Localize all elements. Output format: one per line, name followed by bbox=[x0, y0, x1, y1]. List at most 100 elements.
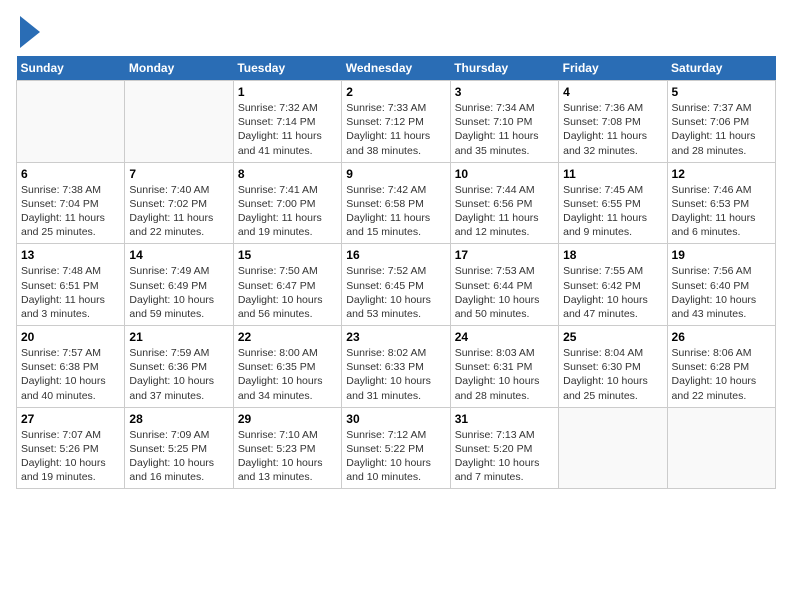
day-sunrise: Sunrise: 7:44 AM bbox=[455, 184, 535, 196]
day-sunrise: Sunrise: 7:48 AM bbox=[21, 265, 101, 277]
day-sunset: Sunset: 6:45 PM bbox=[346, 280, 424, 292]
page-header bbox=[16, 16, 776, 48]
day-number: 29 bbox=[238, 412, 337, 426]
day-cell: 13 Sunrise: 7:48 AM Sunset: 6:51 PM Dayl… bbox=[17, 244, 125, 326]
day-sunrise: Sunrise: 7:36 AM bbox=[563, 102, 643, 114]
day-cell: 18 Sunrise: 7:55 AM Sunset: 6:42 PM Dayl… bbox=[559, 244, 667, 326]
day-sunset: Sunset: 6:30 PM bbox=[563, 361, 641, 373]
day-sunrise: Sunrise: 7:41 AM bbox=[238, 184, 318, 196]
week-row-2: 6 Sunrise: 7:38 AM Sunset: 7:04 PM Dayli… bbox=[17, 162, 776, 244]
day-sunrise: Sunrise: 7:10 AM bbox=[238, 429, 318, 441]
day-cell: 11 Sunrise: 7:45 AM Sunset: 6:55 PM Dayl… bbox=[559, 162, 667, 244]
day-sunrise: Sunrise: 7:46 AM bbox=[672, 184, 752, 196]
day-sunset: Sunset: 7:10 PM bbox=[455, 116, 533, 128]
day-daylight: Daylight: 10 hours and 13 minutes. bbox=[238, 457, 323, 483]
day-cell: 29 Sunrise: 7:10 AM Sunset: 5:23 PM Dayl… bbox=[233, 407, 341, 489]
day-sunrise: Sunrise: 7:07 AM bbox=[21, 429, 101, 441]
week-row-4: 20 Sunrise: 7:57 AM Sunset: 6:38 PM Dayl… bbox=[17, 326, 776, 408]
day-number: 23 bbox=[346, 330, 445, 344]
day-number: 2 bbox=[346, 85, 445, 99]
day-sunrise: Sunrise: 7:49 AM bbox=[129, 265, 209, 277]
day-cell: 7 Sunrise: 7:40 AM Sunset: 7:02 PM Dayli… bbox=[125, 162, 233, 244]
day-daylight: Daylight: 10 hours and 43 minutes. bbox=[672, 294, 757, 320]
day-number: 8 bbox=[238, 167, 337, 181]
day-number: 10 bbox=[455, 167, 554, 181]
day-cell bbox=[667, 407, 775, 489]
day-number: 24 bbox=[455, 330, 554, 344]
day-number: 5 bbox=[672, 85, 771, 99]
day-sunrise: Sunrise: 7:55 AM bbox=[563, 265, 643, 277]
day-sunset: Sunset: 6:35 PM bbox=[238, 361, 316, 373]
day-cell: 15 Sunrise: 7:50 AM Sunset: 6:47 PM Dayl… bbox=[233, 244, 341, 326]
day-sunset: Sunset: 6:28 PM bbox=[672, 361, 750, 373]
day-daylight: Daylight: 11 hours and 12 minutes. bbox=[455, 212, 539, 238]
day-sunset: Sunset: 6:49 PM bbox=[129, 280, 207, 292]
day-daylight: Daylight: 11 hours and 15 minutes. bbox=[346, 212, 430, 238]
day-sunrise: Sunrise: 7:59 AM bbox=[129, 347, 209, 359]
day-number: 25 bbox=[563, 330, 662, 344]
day-number: 6 bbox=[21, 167, 120, 181]
day-daylight: Daylight: 11 hours and 38 minutes. bbox=[346, 130, 430, 156]
day-number: 15 bbox=[238, 248, 337, 262]
day-sunset: Sunset: 6:55 PM bbox=[563, 198, 641, 210]
day-sunset: Sunset: 7:14 PM bbox=[238, 116, 316, 128]
day-daylight: Daylight: 10 hours and 16 minutes. bbox=[129, 457, 214, 483]
day-sunset: Sunset: 6:47 PM bbox=[238, 280, 316, 292]
day-header-monday: Monday bbox=[125, 56, 233, 81]
day-number: 3 bbox=[455, 85, 554, 99]
day-sunset: Sunset: 7:08 PM bbox=[563, 116, 641, 128]
day-sunset: Sunset: 7:00 PM bbox=[238, 198, 316, 210]
calendar-header-row: SundayMondayTuesdayWednesdayThursdayFrid… bbox=[17, 56, 776, 81]
day-sunrise: Sunrise: 7:40 AM bbox=[129, 184, 209, 196]
day-sunset: Sunset: 6:38 PM bbox=[21, 361, 99, 373]
day-sunset: Sunset: 7:04 PM bbox=[21, 198, 99, 210]
day-sunset: Sunset: 6:42 PM bbox=[563, 280, 641, 292]
day-daylight: Daylight: 11 hours and 22 minutes. bbox=[129, 212, 213, 238]
day-number: 9 bbox=[346, 167, 445, 181]
day-number: 1 bbox=[238, 85, 337, 99]
day-header-tuesday: Tuesday bbox=[233, 56, 341, 81]
day-cell: 23 Sunrise: 8:02 AM Sunset: 6:33 PM Dayl… bbox=[342, 326, 450, 408]
day-sunset: Sunset: 5:22 PM bbox=[346, 443, 424, 455]
day-daylight: Daylight: 10 hours and 56 minutes. bbox=[238, 294, 323, 320]
day-cell: 10 Sunrise: 7:44 AM Sunset: 6:56 PM Dayl… bbox=[450, 162, 558, 244]
day-cell: 25 Sunrise: 8:04 AM Sunset: 6:30 PM Dayl… bbox=[559, 326, 667, 408]
day-daylight: Daylight: 10 hours and 59 minutes. bbox=[129, 294, 214, 320]
day-daylight: Daylight: 11 hours and 19 minutes. bbox=[238, 212, 322, 238]
day-sunrise: Sunrise: 7:50 AM bbox=[238, 265, 318, 277]
week-row-3: 13 Sunrise: 7:48 AM Sunset: 6:51 PM Dayl… bbox=[17, 244, 776, 326]
day-number: 26 bbox=[672, 330, 771, 344]
day-number: 28 bbox=[129, 412, 228, 426]
week-row-5: 27 Sunrise: 7:07 AM Sunset: 5:26 PM Dayl… bbox=[17, 407, 776, 489]
day-sunrise: Sunrise: 7:33 AM bbox=[346, 102, 426, 114]
day-daylight: Daylight: 11 hours and 9 minutes. bbox=[563, 212, 647, 238]
day-cell: 2 Sunrise: 7:33 AM Sunset: 7:12 PM Dayli… bbox=[342, 81, 450, 163]
day-daylight: Daylight: 10 hours and 22 minutes. bbox=[672, 375, 757, 401]
week-row-1: 1 Sunrise: 7:32 AM Sunset: 7:14 PM Dayli… bbox=[17, 81, 776, 163]
day-number: 27 bbox=[21, 412, 120, 426]
day-sunset: Sunset: 7:12 PM bbox=[346, 116, 424, 128]
day-cell bbox=[17, 81, 125, 163]
day-sunset: Sunset: 5:26 PM bbox=[21, 443, 99, 455]
day-cell: 8 Sunrise: 7:41 AM Sunset: 7:00 PM Dayli… bbox=[233, 162, 341, 244]
day-number: 30 bbox=[346, 412, 445, 426]
day-daylight: Daylight: 10 hours and 34 minutes. bbox=[238, 375, 323, 401]
day-sunset: Sunset: 5:23 PM bbox=[238, 443, 316, 455]
day-sunrise: Sunrise: 8:02 AM bbox=[346, 347, 426, 359]
day-daylight: Daylight: 10 hours and 19 minutes. bbox=[21, 457, 106, 483]
day-number: 7 bbox=[129, 167, 228, 181]
day-sunset: Sunset: 5:25 PM bbox=[129, 443, 207, 455]
day-sunrise: Sunrise: 7:53 AM bbox=[455, 265, 535, 277]
day-daylight: Daylight: 10 hours and 10 minutes. bbox=[346, 457, 431, 483]
day-sunset: Sunset: 6:31 PM bbox=[455, 361, 533, 373]
day-sunset: Sunset: 7:06 PM bbox=[672, 116, 750, 128]
day-sunrise: Sunrise: 7:57 AM bbox=[21, 347, 101, 359]
day-daylight: Daylight: 11 hours and 6 minutes. bbox=[672, 212, 756, 238]
day-cell: 12 Sunrise: 7:46 AM Sunset: 6:53 PM Dayl… bbox=[667, 162, 775, 244]
day-sunset: Sunset: 6:44 PM bbox=[455, 280, 533, 292]
day-cell: 31 Sunrise: 7:13 AM Sunset: 5:20 PM Dayl… bbox=[450, 407, 558, 489]
logo bbox=[16, 16, 40, 48]
day-cell: 21 Sunrise: 7:59 AM Sunset: 6:36 PM Dayl… bbox=[125, 326, 233, 408]
day-sunset: Sunset: 6:56 PM bbox=[455, 198, 533, 210]
day-cell: 28 Sunrise: 7:09 AM Sunset: 5:25 PM Dayl… bbox=[125, 407, 233, 489]
